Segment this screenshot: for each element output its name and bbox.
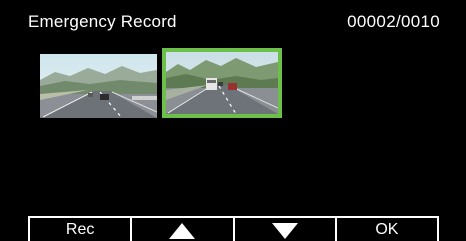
softkey-bar: Rec OK: [28, 216, 439, 241]
ok-button-label: OK: [375, 220, 399, 238]
highway-scene-image: [166, 52, 278, 114]
file-counter: 00002/0010: [347, 12, 440, 31]
screen-title: Emergency Record: [28, 12, 177, 31]
down-triangle-icon: [271, 222, 298, 239]
video-thumbnail-2-selected[interactable]: [162, 48, 282, 118]
ok-button[interactable]: OK: [334, 218, 437, 241]
video-thumbnail-1[interactable]: [40, 54, 157, 118]
rec-button-label: Rec: [65, 220, 95, 238]
rec-button[interactable]: Rec: [30, 218, 130, 241]
up-button[interactable]: [130, 218, 232, 241]
down-button[interactable]: [232, 218, 335, 241]
up-triangle-icon: [169, 222, 196, 239]
highway-scene-image: [40, 54, 157, 118]
